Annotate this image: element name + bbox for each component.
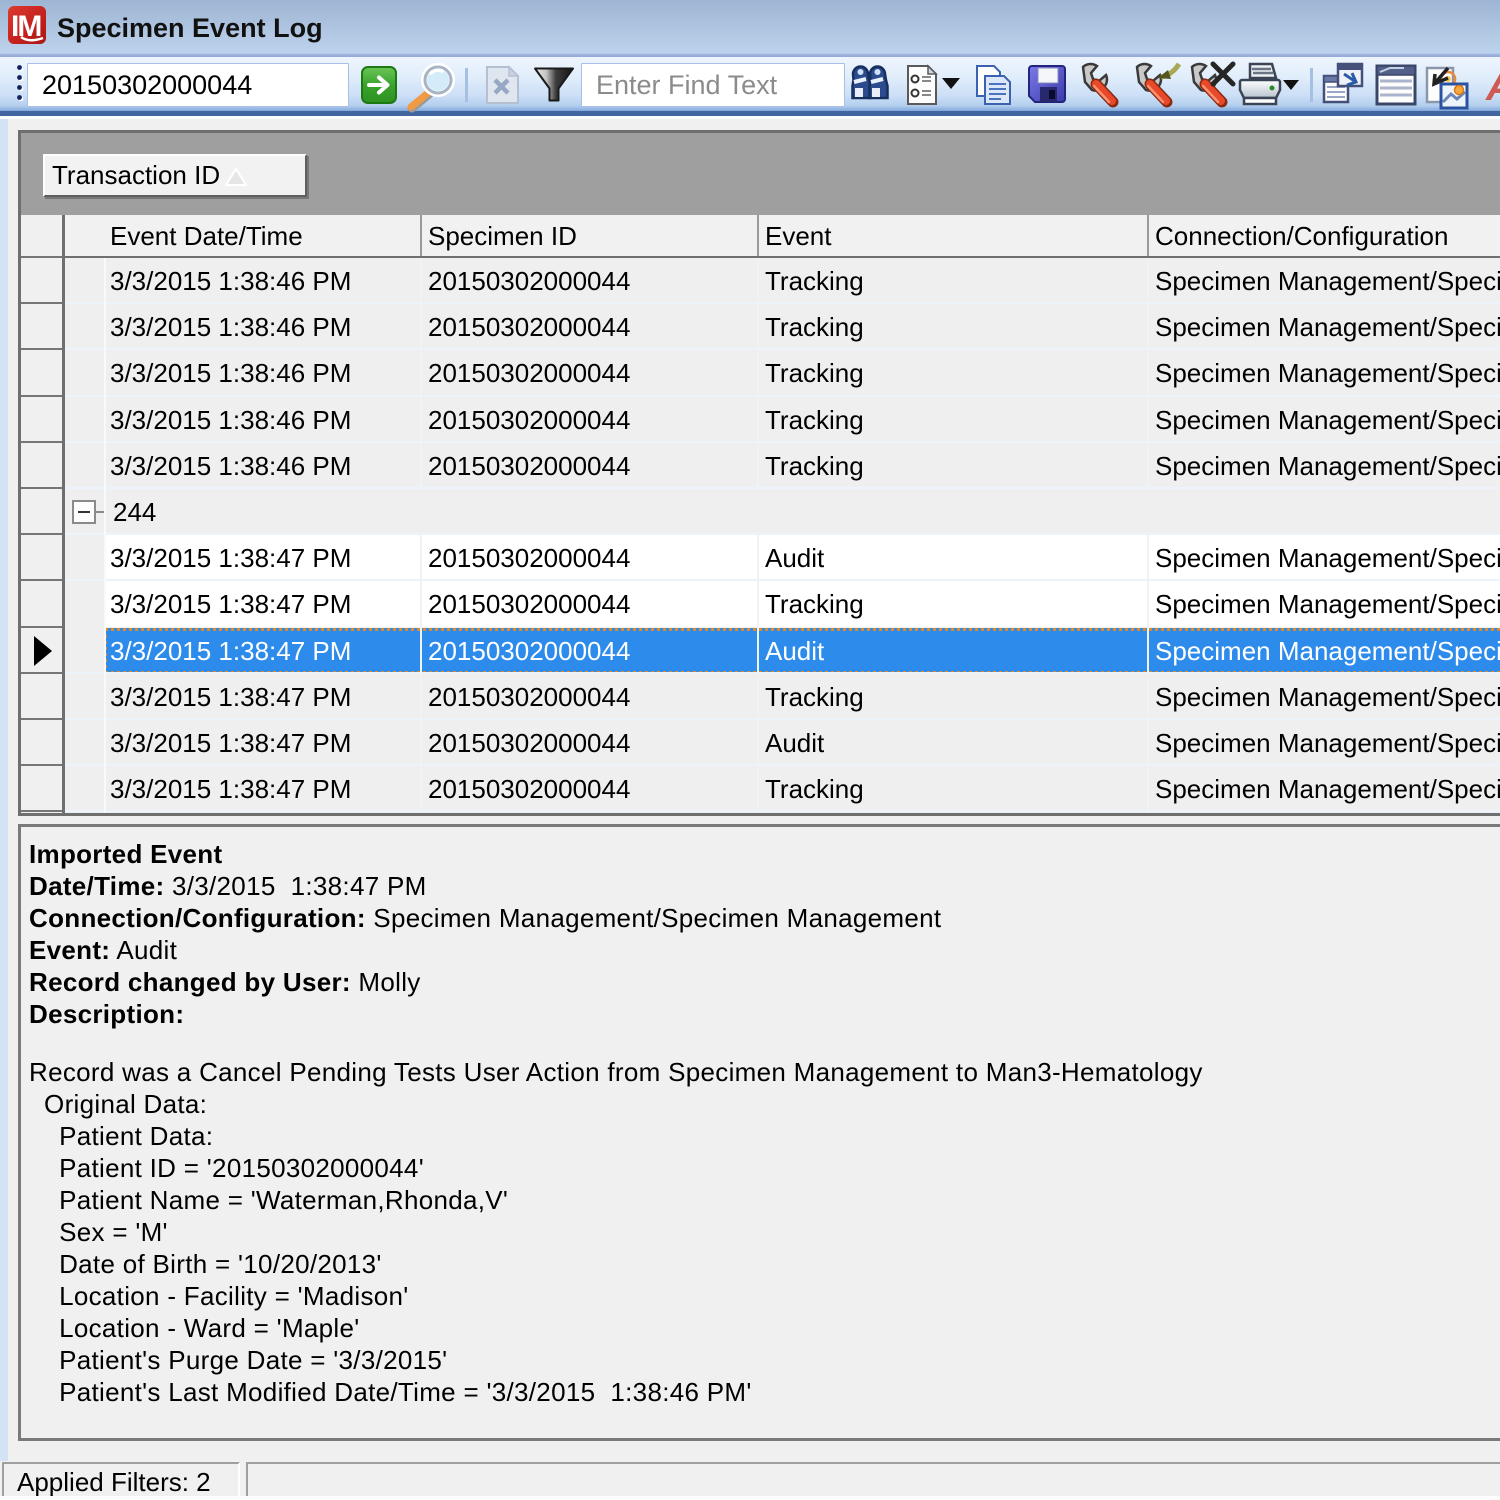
svg-text:A: A (1485, 65, 1500, 109)
